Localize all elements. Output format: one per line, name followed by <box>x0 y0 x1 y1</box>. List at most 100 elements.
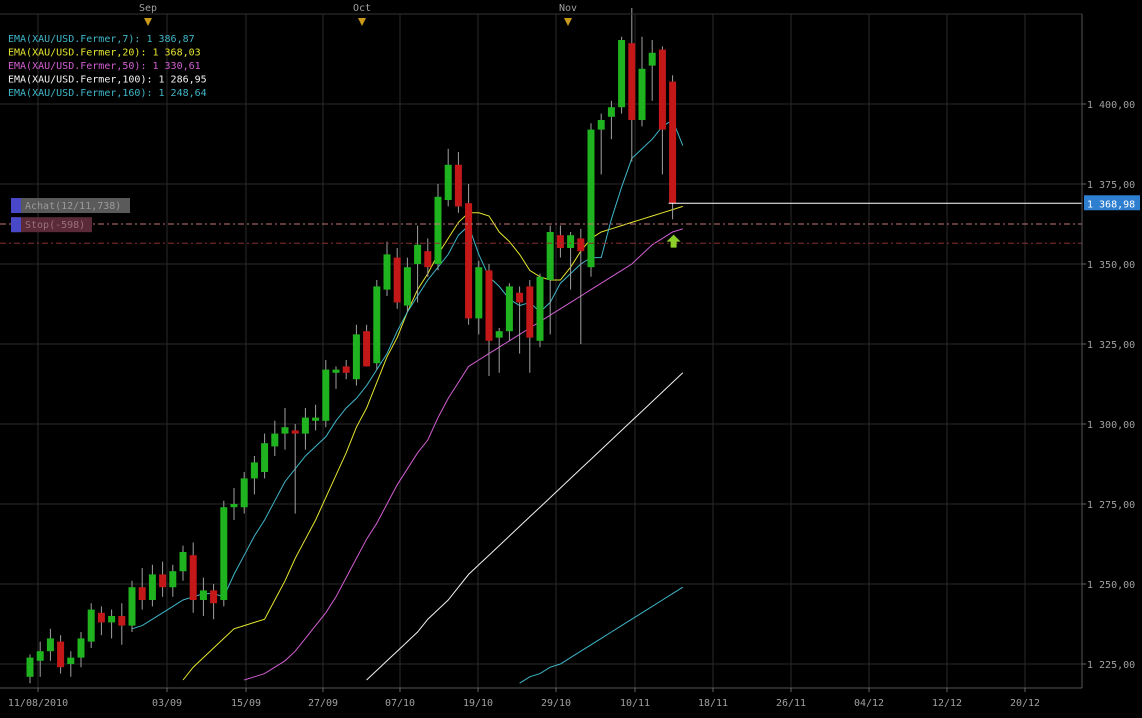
x-tick-label: 04/12 <box>854 698 884 709</box>
x-tick-label: 15/09 <box>231 698 261 709</box>
candle-up <box>220 507 228 600</box>
candle-up <box>169 571 177 588</box>
candle-down <box>97 612 105 623</box>
candle-up <box>148 574 156 600</box>
candle-up <box>607 107 615 117</box>
y-tick-label: 1 275,00 <box>1087 500 1135 511</box>
x-tick-label: 03/09 <box>152 698 182 709</box>
candle-down <box>669 81 677 204</box>
candle-down <box>516 292 524 303</box>
candle-up <box>536 276 544 341</box>
chart-container[interactable]: Achat(12/11,738) Stop(-598) 1 368,98 Sep Oc… <box>0 0 1142 714</box>
x-tick-label: 20/12 <box>1010 698 1040 709</box>
y-tick-label: 1 350,00 <box>1087 260 1135 271</box>
candle-up <box>505 286 513 332</box>
candle-down <box>57 641 65 668</box>
month-marker-label: Sep <box>139 3 157 14</box>
y-tick-label: 1 225,00 <box>1087 660 1135 671</box>
candle-up <box>230 504 238 508</box>
month-marker-label: Nov <box>559 3 577 14</box>
candle-down <box>556 235 564 248</box>
candle-up <box>475 267 483 319</box>
candle-up <box>403 267 411 306</box>
y-tick-label: 1 400,00 <box>1087 100 1135 111</box>
candle-up <box>36 651 44 661</box>
candle-up <box>108 616 116 623</box>
candle-up <box>261 443 269 472</box>
candle-up <box>250 462 258 479</box>
x-tick-label: 10/11 <box>620 698 650 709</box>
candle-down <box>628 43 636 121</box>
candle-up <box>638 68 646 120</box>
candle-down <box>393 257 401 303</box>
candle-down <box>291 430 299 434</box>
x-tick-label: 27/09 <box>308 698 338 709</box>
candle-up <box>332 369 340 373</box>
candle-up <box>322 369 330 421</box>
candle-down <box>118 616 126 626</box>
candle-up <box>87 609 95 642</box>
candle-up <box>77 638 85 658</box>
candle-up <box>567 235 575 248</box>
candle-down <box>189 555 197 600</box>
candle-up <box>271 433 279 447</box>
x-tick-label: 29/10 <box>541 698 571 709</box>
candle-up <box>444 164 452 200</box>
price-chart[interactable]: Achat(12/11,738) Stop(-598) 1 368,98 Sep Oc… <box>0 0 1142 714</box>
buy-order-label: Achat(12/11,738) <box>25 201 121 212</box>
x-tick-label: 12/12 <box>932 698 962 709</box>
x-tick-label: 26/11 <box>776 698 806 709</box>
candle-down <box>159 574 167 588</box>
candle-up <box>128 587 136 626</box>
candle-down <box>465 203 473 319</box>
y-tick-label: 1 250,00 <box>1087 580 1135 591</box>
candle-up <box>312 417 320 421</box>
candle-up <box>597 120 605 130</box>
candle-down <box>526 286 534 338</box>
y-tick-label: 1 375,00 <box>1087 180 1135 191</box>
x-tick-label: 07/10 <box>385 698 415 709</box>
y-tick-label: 1 325,00 <box>1087 340 1135 351</box>
candle-up <box>301 417 309 434</box>
candle-up <box>179 552 187 572</box>
month-marker-label: Oct <box>353 3 371 14</box>
legend: EMA(XAU/USD.Fermer,7): 1 386,87 EMA(XAU/U… <box>8 34 207 99</box>
legend-entry: EMA(XAU/USD.Fermer,100): 1 286,95 <box>8 75 207 86</box>
candle-up <box>618 40 626 108</box>
candle-up <box>281 427 289 434</box>
candle-up <box>240 478 248 508</box>
x-tick-label: 18/11 <box>698 698 728 709</box>
candle-down <box>454 164 462 207</box>
order-badge-marker <box>11 198 21 213</box>
candle-up <box>587 129 595 268</box>
candle-up <box>546 232 554 280</box>
candle-up <box>434 196 442 264</box>
stop-order-label: Stop(-598) <box>25 220 85 231</box>
candle-down <box>138 587 146 600</box>
candle-down <box>485 270 493 341</box>
candle-up <box>352 334 360 380</box>
candle-up <box>67 657 75 664</box>
candle-up <box>199 590 207 600</box>
candle-up <box>383 254 391 290</box>
candle-up <box>495 331 503 338</box>
candle-up <box>414 244 422 264</box>
y-tick-label: 1 300,00 <box>1087 420 1135 431</box>
candle-down <box>363 331 371 367</box>
candle-down <box>424 251 432 268</box>
legend-entry: EMA(XAU/USD.Fermer,20): 1 368,03 <box>8 48 201 59</box>
candle-down <box>658 49 666 130</box>
legend-entry: EMA(XAU/USD.Fermer,7): 1 386,87 <box>8 34 195 45</box>
candle-down <box>210 590 218 604</box>
candle-up <box>373 286 381 364</box>
candle-up <box>46 638 54 652</box>
legend-entry: EMA(XAU/USD.Fermer,50): 1 330,61 <box>8 61 201 72</box>
order-badge-marker <box>11 217 21 233</box>
candle-up <box>648 52 656 66</box>
candle-down <box>342 366 350 373</box>
x-tick-label: 19/10 <box>463 698 493 709</box>
x-tick-label: 11/08/2010 <box>8 698 68 709</box>
legend-entry: EMA(XAU/USD.Fermer,160): 1 248,64 <box>8 88 207 99</box>
candle-up <box>26 657 34 677</box>
candle-down <box>577 238 585 252</box>
